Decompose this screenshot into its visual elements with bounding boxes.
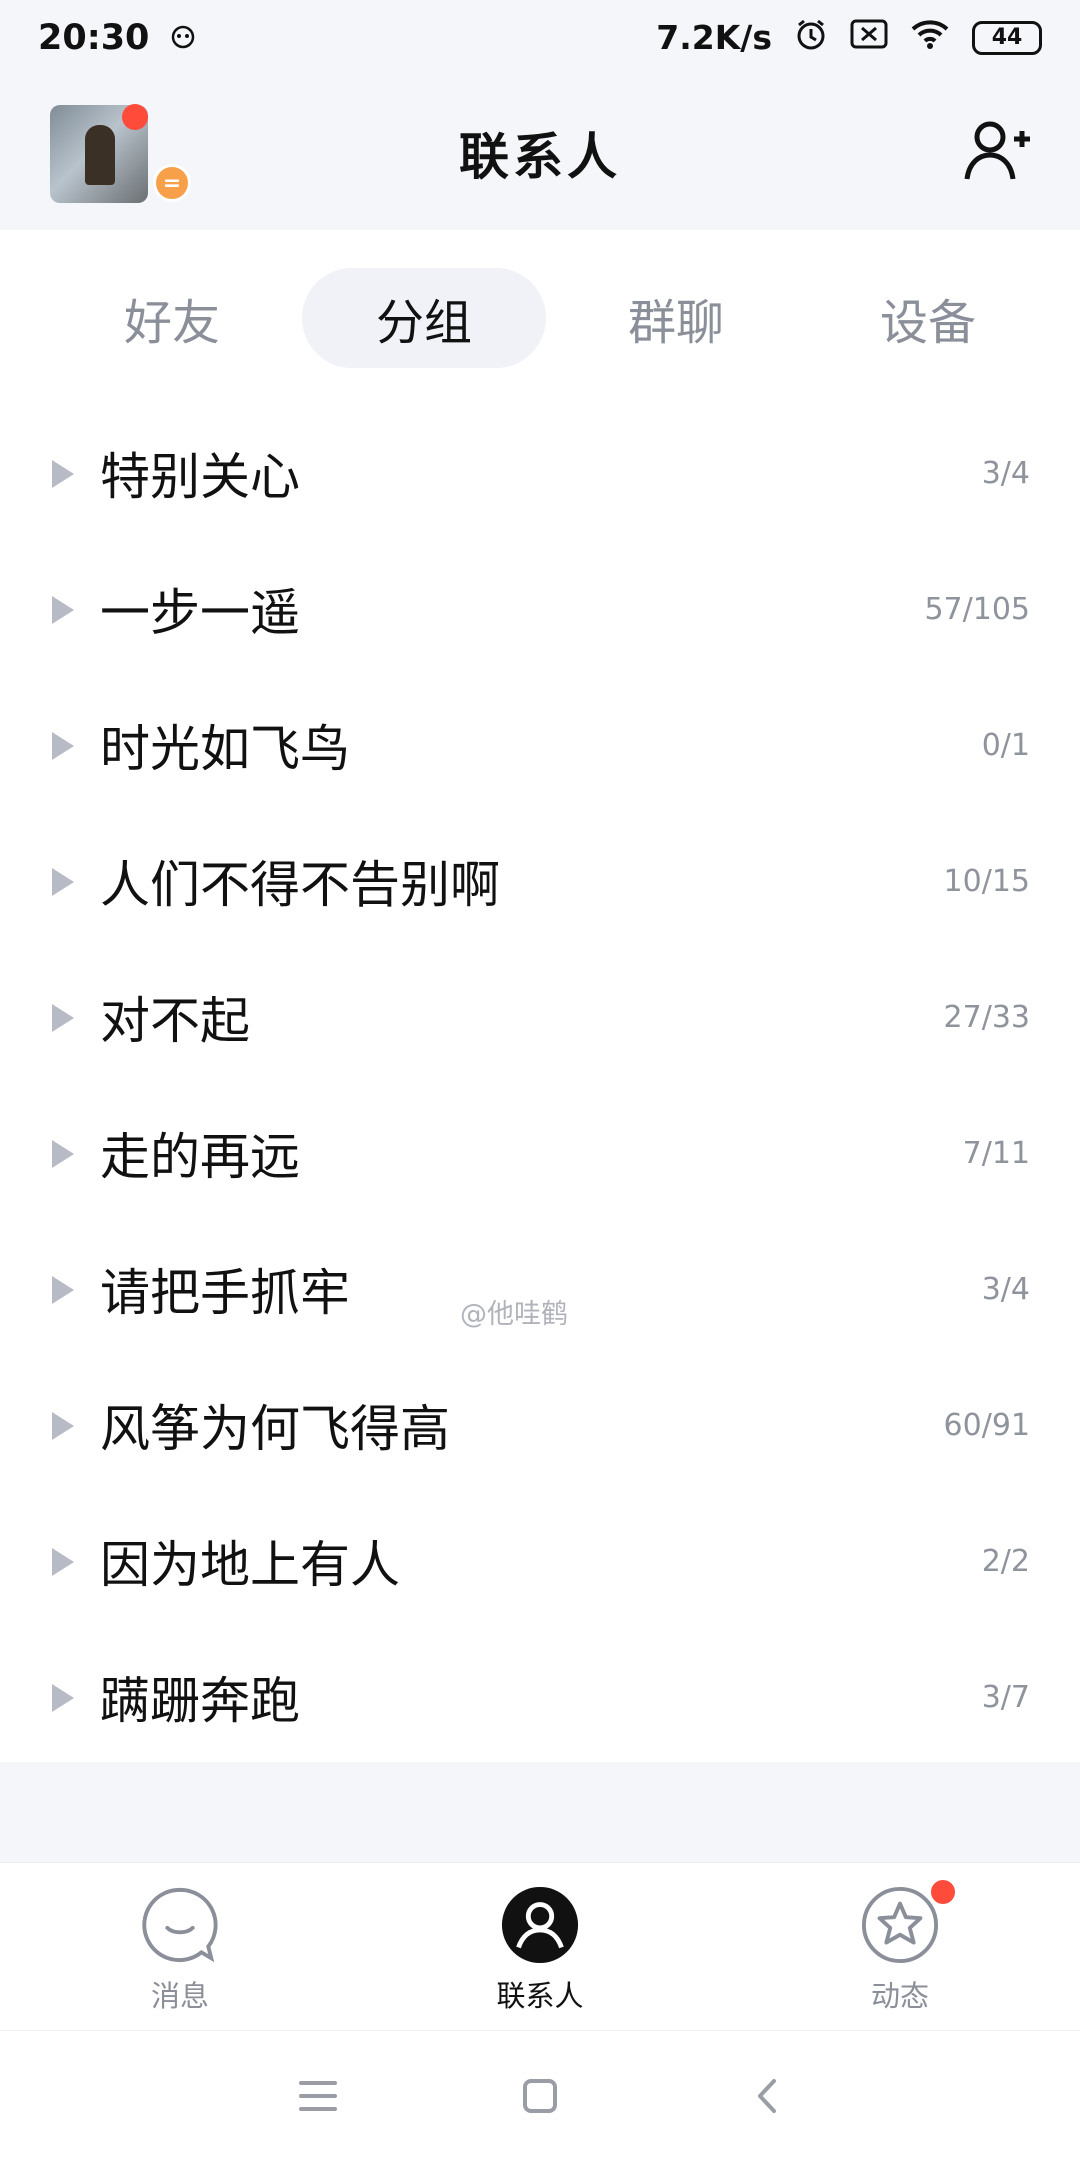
group-count: 3/4 — [981, 1271, 1030, 1307]
contacts-screen: 20:30 7.2K/s 44 = 联系人 好友 分组 群聊 设备 特别关心 3… — [0, 0, 1080, 2160]
message-bubble-icon — [142, 1887, 218, 1963]
main-panel: 好友 分组 群聊 设备 特别关心 3/4 一步一遥 57/105 时光如飞鸟 0… — [0, 230, 1080, 1762]
status-badge: = — [153, 164, 191, 202]
group-count: 3/7 — [981, 1679, 1030, 1715]
nav-label: 消息 — [150, 1979, 209, 2013]
system-nav — [0, 2030, 1080, 2160]
group-name: 一步一遥 — [100, 584, 300, 642]
tab-groups[interactable]: 分组 — [302, 268, 546, 368]
group-count: 57/105 — [924, 591, 1030, 627]
expand-arrow-icon — [52, 1548, 74, 1576]
back-icon[interactable] — [738, 2071, 798, 2121]
nav-label: 动态 — [870, 1979, 929, 2013]
group-row[interactable]: 请把手抓牢 3/4 — [0, 1221, 1080, 1357]
group-row[interactable]: 人们不得不告别啊 10/15 — [0, 813, 1080, 949]
tab-devices[interactable]: 设备 — [806, 268, 1050, 368]
group-name: 因为地上有人 — [100, 1536, 400, 1594]
group-row[interactable]: 一步一遥 57/105 — [0, 541, 1080, 677]
home-icon[interactable] — [510, 2071, 570, 2121]
group-row[interactable]: 走的再远 7/11 — [0, 1085, 1080, 1221]
group-name: 风筝为何飞得高 — [100, 1400, 450, 1458]
network-speed: 7.2K/s — [656, 18, 772, 57]
expand-arrow-icon — [52, 1004, 74, 1032]
avatar-figure — [85, 125, 115, 185]
expand-arrow-icon — [52, 1140, 74, 1168]
nav-label: 联系人 — [496, 1979, 584, 2013]
group-count: 7/11 — [962, 1135, 1030, 1171]
battery-icon: 44 — [972, 20, 1042, 55]
group-name: 对不起 — [100, 992, 250, 1050]
expand-arrow-icon — [52, 596, 74, 624]
header: = 联系人 — [0, 75, 1080, 230]
status-time: 20:30 — [38, 17, 150, 58]
expand-arrow-icon — [52, 868, 74, 896]
unread-dot — [122, 104, 148, 130]
group-row[interactable]: 特别关心 3/4 — [0, 405, 1080, 541]
group-count: 2/2 — [981, 1543, 1030, 1579]
expand-arrow-icon — [52, 732, 74, 760]
expand-arrow-icon — [52, 460, 74, 488]
notification-dot — [928, 1877, 958, 1907]
status-bar: 20:30 7.2K/s 44 — [0, 0, 1080, 75]
group-row[interactable]: 风筝为何飞得高 60/91 — [0, 1357, 1080, 1493]
group-name: 请把手抓牢 — [100, 1264, 350, 1322]
expand-arrow-icon — [52, 1276, 74, 1304]
group-name: 走的再远 — [100, 1128, 300, 1186]
status-left: 20:30 — [38, 18, 195, 58]
group-row[interactable]: 因为地上有人 2/2 — [0, 1493, 1080, 1629]
tab-bar: 好友 分组 群聊 设备 — [0, 268, 1080, 368]
add-friend-button[interactable] — [962, 117, 1032, 187]
status-right: 7.2K/s 44 — [656, 17, 1042, 59]
bottom-nav: 消息 联系人 动态 — [0, 1862, 1080, 2030]
notification-icon — [171, 18, 195, 57]
group-name: 特别关心 — [100, 448, 300, 506]
expand-arrow-icon — [52, 1412, 74, 1440]
group-name: 时光如飞鸟 — [100, 720, 350, 778]
group-row[interactable]: 对不起 27/33 — [0, 949, 1080, 1085]
group-count: 10/15 — [943, 863, 1030, 899]
nav-moments[interactable]: 动态 — [800, 1877, 1000, 2015]
group-row[interactable]: 时光如飞鸟 0/1 — [0, 677, 1080, 813]
group-count: 0/1 — [981, 727, 1030, 763]
group-count: 3/4 — [981, 455, 1030, 491]
group-count: 60/91 — [943, 1407, 1030, 1443]
add-person-icon — [964, 121, 1030, 180]
sim-icon — [850, 18, 888, 57]
alarm-icon — [794, 17, 828, 59]
nav-messages[interactable]: 消息 — [80, 1885, 280, 2015]
page-title: 联系人 — [459, 127, 621, 186]
group-name: 蹒跚奔跑 — [100, 1672, 300, 1730]
tab-group-chats[interactable]: 群聊 — [554, 268, 798, 368]
wifi-icon — [910, 18, 950, 58]
contact-person-icon — [501, 1886, 579, 1964]
group-list: 特别关心 3/4 一步一遥 57/105 时光如飞鸟 0/1 人们不得不告别啊 … — [0, 405, 1080, 1765]
menu-icon[interactable] — [288, 2071, 348, 2121]
watermark: @他哇鹤 — [460, 1299, 568, 1330]
expand-arrow-icon — [52, 1684, 74, 1712]
group-count: 27/33 — [943, 999, 1030, 1035]
group-name: 人们不得不告别啊 — [100, 856, 500, 914]
group-row[interactable]: 蹒跚奔跑 3/7 — [0, 1629, 1080, 1765]
nav-contacts[interactable]: 联系人 — [440, 1885, 640, 2015]
tab-friends[interactable]: 好友 — [50, 268, 294, 368]
